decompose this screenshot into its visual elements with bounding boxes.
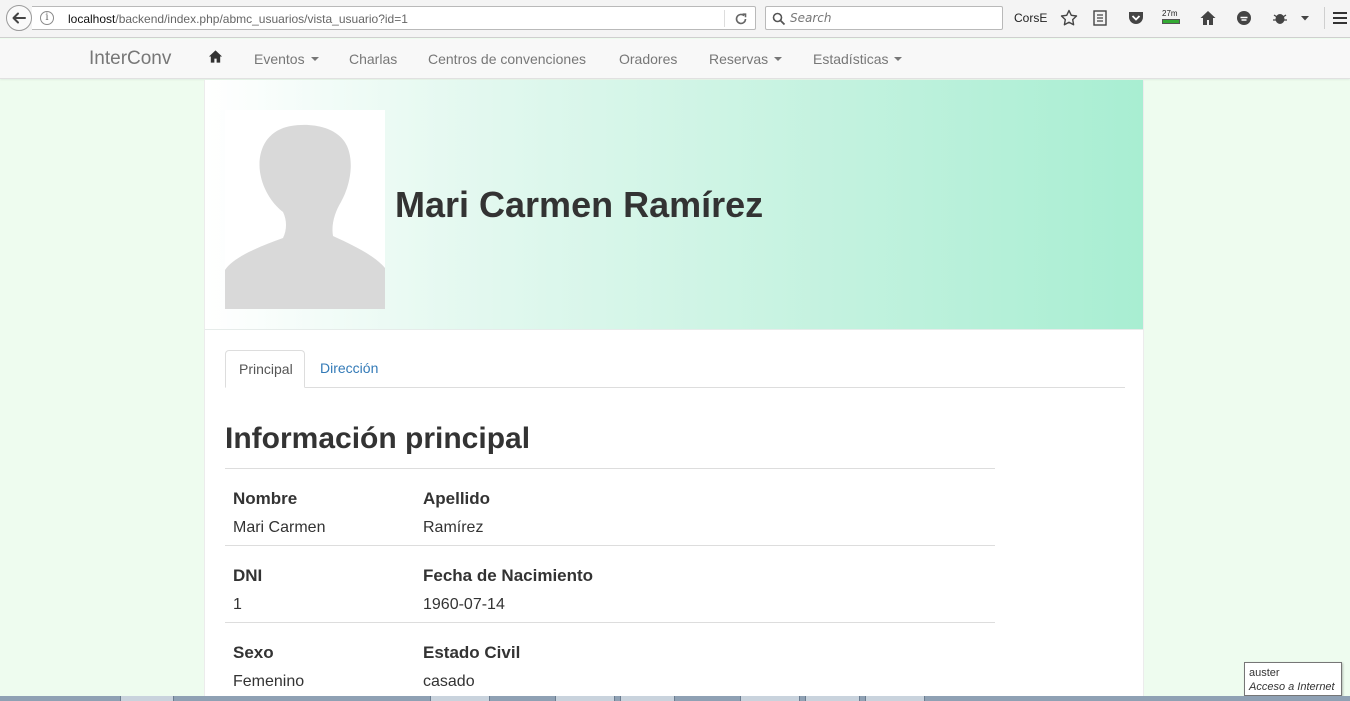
caret-down-icon: [310, 57, 319, 61]
field-label: Estado Civil: [423, 643, 521, 662]
section-title: Información principal: [225, 422, 531, 455]
field-value: 1: [233, 596, 242, 613]
search-bar[interactable]: [765, 6, 1003, 30]
taskbar-button[interactable]: [430, 696, 490, 701]
toolbar-separator: [1324, 7, 1325, 29]
field-label: Sexo: [233, 643, 274, 662]
nav-item-label: Reservas: [709, 51, 769, 67]
taskbar-button[interactable]: [555, 696, 615, 701]
table-row: Sexo Femenino Estado Civil casado: [225, 623, 995, 700]
nav-item-charlas[interactable]: Charlas: [349, 51, 397, 67]
chat-icon[interactable]: [1234, 8, 1254, 28]
arrow-left-icon: [12, 12, 26, 24]
url-text[interactable]: localhost/backend/index.php/abmc_usuario…: [68, 12, 408, 26]
profile-name: Mari Carmen Ramírez: [395, 184, 764, 225]
search-icon: [772, 12, 786, 26]
caret-down-icon: [774, 57, 783, 61]
field-value: casado: [423, 673, 475, 690]
tooltip-title: auster: [1249, 667, 1280, 679]
pocket-icon[interactable]: [1126, 8, 1146, 28]
hamburger-menu-icon[interactable]: [1331, 8, 1349, 28]
profile-tabs: Principal Dirección: [225, 350, 1125, 388]
profile-header: Mari Carmen Ramírez: [205, 80, 1143, 330]
chevron-down-icon[interactable]: [1297, 8, 1313, 28]
nav-item-label: Charlas: [349, 51, 398, 67]
tab-direccion[interactable]: Dirección: [307, 350, 391, 388]
nav-item-label: Eventos: [254, 51, 305, 67]
user-silhouette-icon: [225, 110, 385, 309]
field-label: Apellido: [423, 489, 491, 508]
info-icon[interactable]: i: [40, 11, 54, 25]
browser-toolbar: i localhost/backend/index.php/abmc_usuar…: [0, 0, 1350, 38]
url-separator: [724, 10, 725, 27]
url-path: /backend/index.php/abmc_usuarios/vista_u…: [115, 12, 408, 26]
tab-principal[interactable]: Principal: [225, 350, 305, 388]
field-label: Nombre: [233, 489, 298, 508]
nav-item-label: Oradores: [619, 51, 678, 67]
search-input[interactable]: [790, 10, 990, 26]
main-container: Mari Carmen Ramírez Principal Dirección …: [204, 80, 1144, 701]
caret-down-icon: [894, 57, 903, 61]
home-icon: [208, 50, 223, 63]
field-label: Fecha de Nacimiento: [423, 566, 594, 585]
field-label: DNI: [233, 566, 263, 585]
extension-bug-icon[interactable]: [1270, 8, 1290, 28]
field-value: Mari Carmen: [233, 519, 326, 536]
nav-item-eventos[interactable]: Eventos: [254, 51, 319, 67]
taskbar-button[interactable]: [865, 696, 925, 701]
url-bar[interactable]: i localhost/backend/index.php/abmc_usuar…: [32, 6, 756, 30]
back-button[interactable]: [6, 5, 32, 31]
taskbar-button[interactable]: [120, 696, 174, 701]
nav-item-label: Estadísticas: [813, 51, 889, 67]
reload-icon[interactable]: [732, 10, 750, 28]
field-value: Ramírez: [423, 519, 484, 536]
reading-list-icon[interactable]: [1090, 8, 1110, 28]
avatar: [225, 110, 385, 309]
table-row: Nombre Mari Carmen Apellido Ramírez: [225, 469, 995, 546]
taskbar: [0, 696, 1350, 701]
table-row: DNI 1 Fecha de Nacimiento 1960-07-14: [225, 546, 995, 623]
url-host: localhost: [68, 12, 116, 26]
network-tooltip: auster Acceso a Internet: [1244, 662, 1342, 696]
taskbar-button[interactable]: [805, 696, 860, 701]
nav-home-link[interactable]: [208, 49, 223, 69]
navbar-brand[interactable]: InterConv: [89, 48, 171, 70]
field-value: 1960-07-14: [423, 596, 505, 613]
nav-item-centros[interactable]: Centros de convenciones: [428, 51, 586, 67]
nav-item-oradores[interactable]: Oradores: [619, 51, 677, 67]
download-badge[interactable]: 27m: [1162, 9, 1178, 18]
taskbar-button[interactable]: [740, 696, 800, 701]
nav-item-label: Centros de convenciones: [428, 51, 586, 67]
download-progress-icon: [1162, 19, 1180, 24]
navbar: InterConv Eventos Charlas Centros de con…: [0, 39, 1350, 79]
extension-label[interactable]: CorsE: [1014, 11, 1047, 25]
tooltip-subtitle: Acceso a Internet: [1249, 681, 1335, 693]
taskbar-button[interactable]: [620, 696, 675, 701]
bookmark-star-icon[interactable]: [1059, 8, 1079, 28]
nav-item-estadisticas[interactable]: Estadísticas: [813, 51, 903, 67]
home-icon[interactable]: [1198, 8, 1218, 28]
nav-item-reservas[interactable]: Reservas: [709, 51, 783, 67]
field-value: Femenino: [233, 673, 305, 690]
info-table: Nombre Mari Carmen Apellido Ramírez DNI …: [225, 468, 995, 700]
